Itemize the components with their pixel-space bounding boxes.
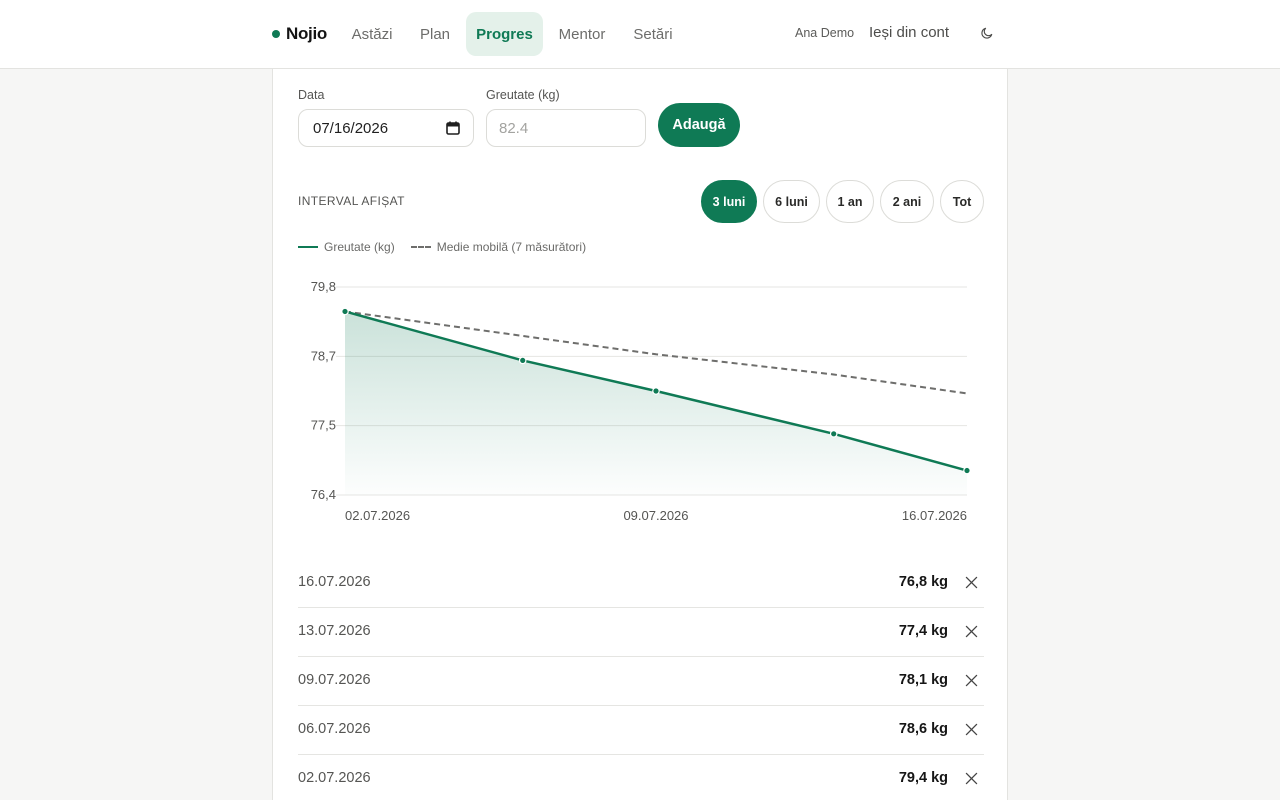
delete-entry-icon[interactable] [965, 772, 978, 785]
weight-point[interactable] [341, 307, 349, 316]
calendar-icon[interactable] [446, 121, 460, 135]
entry-date: 13.07.2026 [298, 623, 371, 639]
range-button-3-luni[interactable]: 3 luni [701, 180, 757, 223]
delete-entry-icon[interactable] [965, 576, 978, 589]
chart-legend: Greutate (kg) Medie mobilă (7 măsurători… [298, 240, 586, 254]
date-label: Data [298, 88, 325, 102]
nav-item-plan[interactable]: Plan [408, 12, 462, 56]
x-tick-label: 02.07.2026 [345, 508, 410, 523]
weight-input[interactable] [486, 109, 646, 147]
interval-label: INTERVAL AFIȘAT [298, 194, 405, 208]
range-button-2-ani[interactable]: 2 ani [880, 180, 934, 223]
weight-point[interactable] [518, 356, 527, 365]
entry-value: 76,8 kg [898, 574, 948, 590]
legend-swatch-moving-average [410, 246, 431, 248]
legend-label-moving-average: Medie mobilă (7 măsurători) [436, 240, 587, 254]
entry-value: 78,1 kg [898, 672, 948, 688]
logout-link[interactable]: Ieși din cont [869, 24, 949, 41]
weight-entry-row: 06.07.2026 78,6 kg [298, 706, 984, 755]
weight-area-fill [345, 311, 967, 495]
delete-entry-icon[interactable] [965, 674, 978, 687]
weight-point[interactable] [829, 430, 838, 438]
top-nav-bar: Nojio Astăzi Plan Progres Mentor Setări … [0, 0, 1280, 69]
weight-entry-row: 02.07.2026 79,4 kg [298, 755, 984, 800]
y-tick-label: 76,4 [311, 487, 336, 502]
range-button-tot[interactable]: Tot [940, 180, 984, 223]
legend-label-weight: Greutate (kg) [324, 240, 395, 254]
entry-value: 78,6 kg [898, 721, 948, 737]
y-tick-label: 77,5 [311, 418, 336, 433]
range-button-1-an[interactable]: 1 an [826, 180, 874, 223]
weight-point[interactable] [652, 387, 660, 395]
add-button[interactable]: Adaugă [658, 103, 740, 147]
brand-dot-icon [272, 30, 280, 38]
entry-value: 79,4 kg [898, 770, 948, 786]
moon-icon [981, 27, 993, 39]
nav-item-mentor[interactable]: Mentor [547, 12, 617, 56]
weight-point[interactable] [963, 466, 971, 475]
progress-card: Data 07/16/2026 Greutate (kg) Adaugă INT… [272, 69, 1008, 800]
weight-entry-row: 13.07.2026 77,4 kg [298, 608, 984, 657]
weight-entry-row: 16.07.2026 76,8 kg [298, 559, 984, 608]
range-button-6-luni[interactable]: 6 luni [763, 180, 820, 223]
x-tick-label: 16.07.2026 [902, 508, 967, 523]
weight-label: Greutate (kg) [486, 88, 560, 102]
delete-entry-icon[interactable] [965, 625, 978, 638]
theme-toggle-button[interactable] [976, 22, 998, 44]
weight-entries-list: 16.07.2026 76,8 kg 13.07.2026 77,4 kg 09.07.… [298, 559, 984, 800]
y-tick-label: 79,8 [311, 279, 336, 294]
nav-item-setari[interactable]: Setări [621, 12, 685, 56]
y-tick-label: 78,7 [311, 348, 336, 363]
nav-item-progres[interactable]: Progres [466, 12, 543, 56]
brand-logo[interactable]: Nojio [272, 22, 327, 46]
brand-name: Nojio [286, 24, 327, 43]
entry-date: 06.07.2026 [298, 721, 371, 737]
entry-date: 16.07.2026 [298, 574, 371, 590]
x-tick-label: 09.07.2026 [623, 508, 688, 523]
delete-entry-icon[interactable] [965, 723, 978, 736]
nav-item-astazi[interactable]: Astăzi [338, 12, 406, 56]
entry-date: 02.07.2026 [298, 770, 371, 786]
weight-chart: 79,8 78,7 77,5 76,4 02.07.2026 09.07.2026 16.0… [311, 279, 971, 523]
entry-value: 77,4 kg [898, 623, 948, 639]
date-value: 07/16/2026 [313, 119, 389, 137]
legend-swatch-weight [298, 246, 318, 248]
date-input[interactable]: 07/16/2026 [298, 109, 474, 147]
weight-entry-row: 09.07.2026 78,1 kg [298, 657, 984, 706]
user-name: Ana Demo [795, 26, 855, 40]
entry-date: 09.07.2026 [298, 672, 371, 688]
